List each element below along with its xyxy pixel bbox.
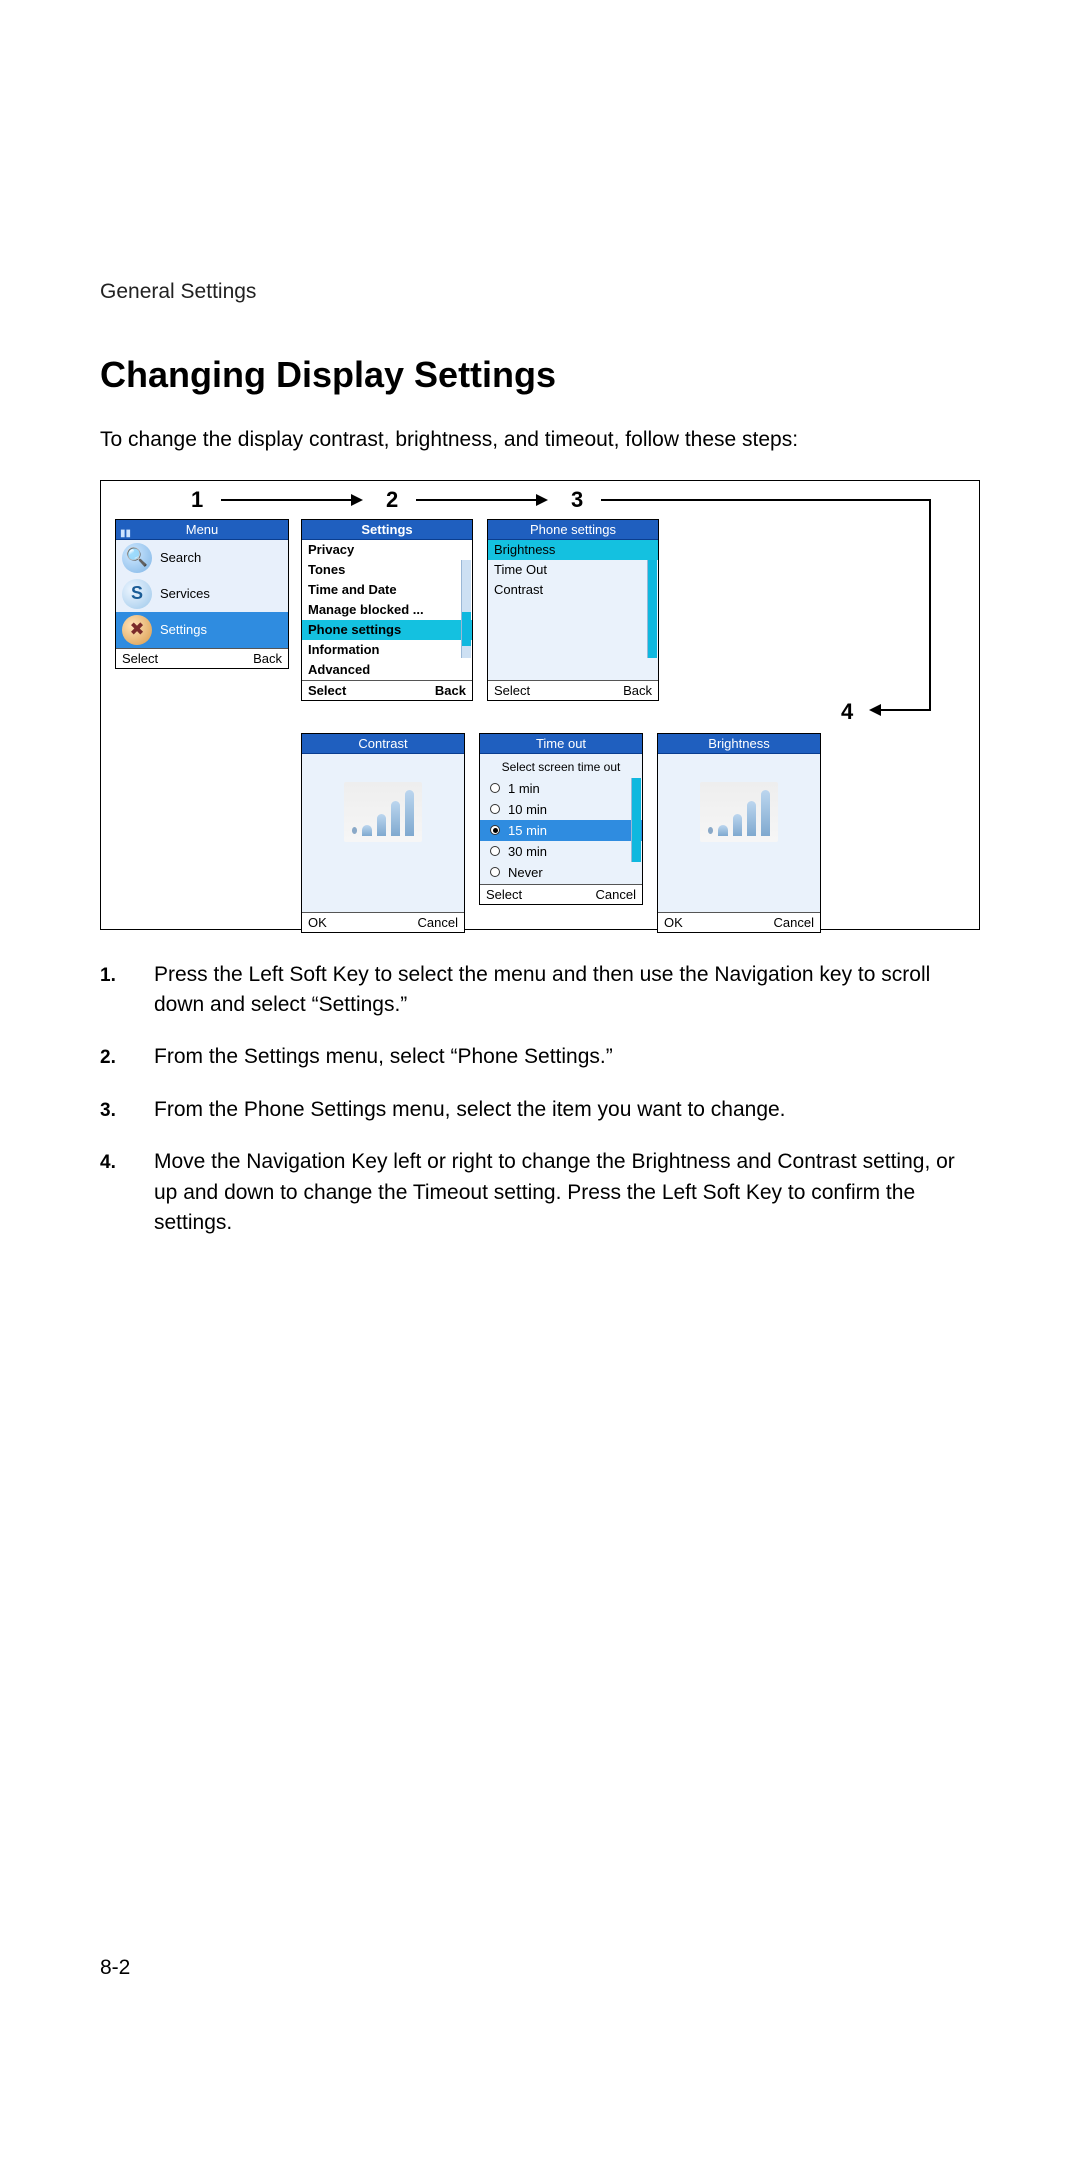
screen-brightness: Brightness OK Cancel bbox=[657, 733, 821, 933]
step-1-label: 1 bbox=[191, 487, 203, 513]
intro-text: To change the display contrast, brightne… bbox=[100, 424, 980, 456]
timeout-subhead: Select screen time out bbox=[480, 754, 642, 778]
step-4-label: 4 bbox=[841, 699, 853, 725]
softkey-select[interactable]: Select bbox=[486, 887, 522, 902]
timeout-scrollbar[interactable] bbox=[631, 778, 641, 862]
radio-icon-selected bbox=[490, 825, 500, 835]
screen-timeout: Time out Select screen time out 1 min 10… bbox=[479, 733, 643, 905]
softkey-cancel[interactable]: Cancel bbox=[596, 887, 636, 902]
instruction-2-num: 2. bbox=[100, 1042, 130, 1072]
softkey-cancel[interactable]: Cancel bbox=[418, 915, 458, 930]
menu-item-settings-label: Settings bbox=[160, 622, 207, 637]
screen-phone-settings: Phone settings Brightness Time Out Contr… bbox=[487, 519, 659, 701]
screen-menu: ▮▮Menu 🔍 Search S Services ✖ Settings Se… bbox=[115, 519, 289, 669]
settings-item-advanced[interactable]: Advanced bbox=[302, 660, 472, 680]
softkey-back[interactable]: Back bbox=[253, 651, 282, 666]
instruction-3-text: From the Phone Settings menu, select the… bbox=[154, 1095, 980, 1125]
settings-scrollbar[interactable] bbox=[461, 560, 471, 658]
radio-icon bbox=[490, 804, 500, 814]
timeout-label-4: 30 min bbox=[508, 844, 547, 859]
radio-icon bbox=[490, 846, 500, 856]
screen-contrast-title: Contrast bbox=[302, 734, 464, 754]
page-heading: Changing Display Settings bbox=[100, 354, 980, 396]
softkey-select[interactable]: Select bbox=[308, 683, 346, 698]
instruction-2: 2. From the Settings menu, select “Phone… bbox=[100, 1042, 980, 1072]
radio-icon bbox=[490, 867, 500, 877]
screen-phone-title: Phone settings bbox=[488, 520, 658, 540]
timeout-option-1min[interactable]: 1 min bbox=[480, 778, 642, 799]
phone-item-timeout[interactable]: Time Out bbox=[488, 560, 658, 580]
screen-settings-title: Settings bbox=[302, 520, 472, 540]
instruction-4-text: Move the Navigation Key left or right to… bbox=[154, 1147, 980, 1238]
settings-item-timedate[interactable]: Time and Date bbox=[302, 580, 472, 600]
instruction-4-num: 4. bbox=[100, 1147, 130, 1238]
screen-menu-title-text: Menu bbox=[186, 522, 219, 537]
instruction-1: 1. Press the Left Soft Key to select the… bbox=[100, 960, 980, 1021]
softkey-ok[interactable]: OK bbox=[308, 915, 327, 930]
timeout-option-10min[interactable]: 10 min bbox=[480, 799, 642, 820]
instruction-3: 3. From the Phone Settings menu, select … bbox=[100, 1095, 980, 1125]
softkey-back[interactable]: Back bbox=[623, 683, 652, 698]
instruction-3-num: 3. bbox=[100, 1095, 130, 1125]
page-number: 8-2 bbox=[100, 1956, 130, 1980]
brightness-bars-icon bbox=[700, 782, 778, 842]
screen-menu-title: ▮▮Menu bbox=[116, 520, 288, 540]
timeout-label-5: Never bbox=[508, 865, 543, 880]
instruction-1-num: 1. bbox=[100, 960, 130, 1021]
softkey-back[interactable]: Back bbox=[435, 683, 466, 698]
screen-timeout-title: Time out bbox=[480, 734, 642, 754]
instruction-2-text: From the Settings menu, select “Phone Se… bbox=[154, 1042, 980, 1072]
instruction-1-text: Press the Left Soft Key to select the me… bbox=[154, 960, 980, 1021]
screen-settings: Settings Privacy Tones Time and Date Man… bbox=[301, 519, 473, 701]
instruction-4: 4. Move the Navigation Key left or right… bbox=[100, 1147, 980, 1238]
menu-item-settings[interactable]: ✖ Settings bbox=[116, 612, 288, 648]
settings-item-phone[interactable]: Phone settings bbox=[302, 620, 472, 640]
timeout-label-1: 1 min bbox=[508, 781, 540, 796]
arrow-3-out: .figure [data-name="arrow-3-out"]::after… bbox=[601, 499, 931, 501]
settings-item-tones[interactable]: Tones bbox=[302, 560, 472, 580]
timeout-label-3: 15 min bbox=[508, 823, 547, 838]
figure-box: 1 2 3 4 .figure [data-name="arrow-3-out"… bbox=[100, 480, 980, 930]
contrast-bars-icon bbox=[344, 782, 422, 842]
menu-item-search-label: Search bbox=[160, 550, 201, 565]
step-3-label: 3 bbox=[571, 487, 583, 513]
softkey-select[interactable]: Select bbox=[494, 683, 530, 698]
step-2-label: 2 bbox=[386, 487, 398, 513]
timeout-label-2: 10 min bbox=[508, 802, 547, 817]
search-icon: 🔍 bbox=[122, 543, 152, 573]
timeout-option-15min[interactable]: 15 min bbox=[480, 820, 642, 841]
menu-item-services-label: Services bbox=[160, 586, 210, 601]
arrow-to-4 bbox=[871, 709, 931, 711]
softkey-cancel[interactable]: Cancel bbox=[774, 915, 814, 930]
settings-item-privacy[interactable]: Privacy bbox=[302, 540, 472, 560]
screen-contrast: Contrast OK Cancel bbox=[301, 733, 465, 933]
radio-icon bbox=[490, 783, 500, 793]
arrow-2-3 bbox=[416, 499, 546, 501]
phone-scrollbar[interactable] bbox=[647, 560, 657, 658]
section-label: General Settings bbox=[100, 280, 980, 304]
vline-down bbox=[929, 499, 931, 711]
phone-item-contrast[interactable]: Contrast bbox=[488, 580, 658, 600]
softkey-select[interactable]: Select bbox=[122, 651, 158, 666]
settings-item-info[interactable]: Information bbox=[302, 640, 472, 660]
softkey-ok[interactable]: OK bbox=[664, 915, 683, 930]
arrow-1-2 bbox=[221, 499, 361, 501]
screen-brightness-title: Brightness bbox=[658, 734, 820, 754]
skype-icon: S bbox=[122, 579, 152, 609]
tools-icon: ✖ bbox=[122, 615, 152, 645]
signal-icon: ▮▮ bbox=[120, 524, 131, 544]
menu-item-search[interactable]: 🔍 Search bbox=[116, 540, 288, 576]
settings-item-blocked[interactable]: Manage blocked ... bbox=[302, 600, 472, 620]
menu-item-services[interactable]: S Services bbox=[116, 576, 288, 612]
timeout-option-30min[interactable]: 30 min bbox=[480, 841, 642, 862]
timeout-option-never[interactable]: Never bbox=[480, 862, 642, 883]
instructions-list: 1. Press the Left Soft Key to select the… bbox=[100, 960, 980, 1239]
phone-item-brightness[interactable]: Brightness bbox=[488, 540, 658, 560]
